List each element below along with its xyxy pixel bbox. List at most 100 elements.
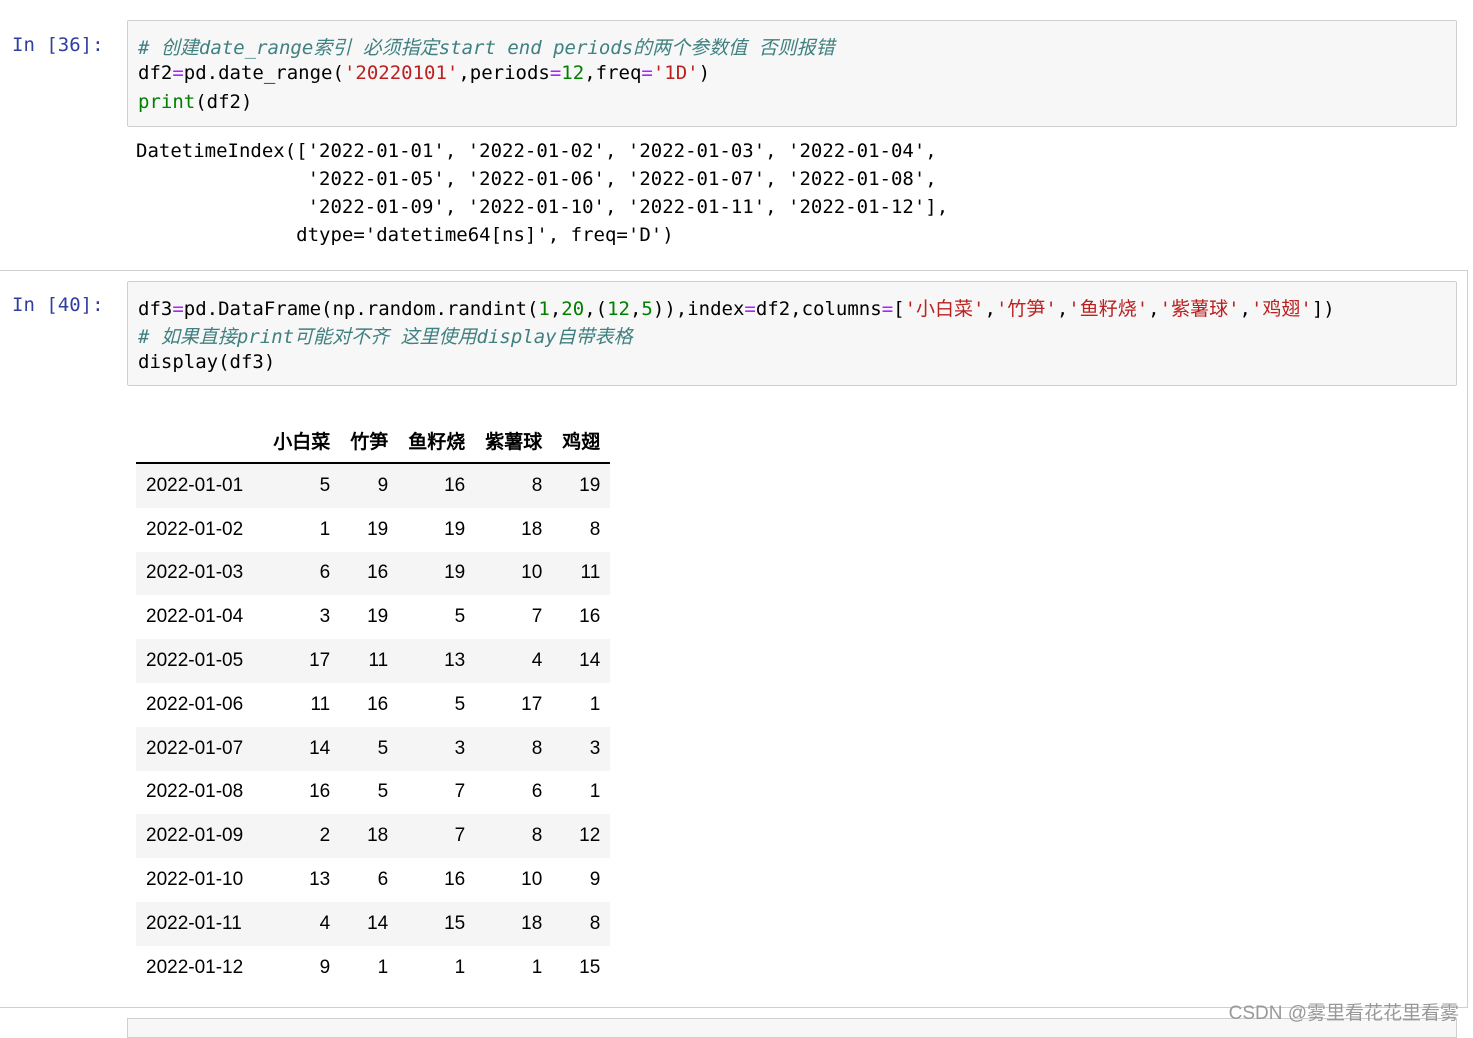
table-cell: 14 xyxy=(579,650,601,672)
row-index: 2022-01-09 xyxy=(146,825,244,847)
table-cell: 5 xyxy=(454,693,466,715)
code-line: display(df3) xyxy=(138,351,276,373)
cell2-prompt: In [40]: xyxy=(12,294,104,316)
row-index: 2022-01-01 xyxy=(146,474,244,496)
table-row: 2022-01-12 9 1 1 1 15 xyxy=(136,946,610,990)
table-row: 2022-01-11 4 14 15 18 8 xyxy=(136,901,611,946)
table-row: 2022-01-06 11 16 5 17 1 xyxy=(136,683,610,727)
table-row: 2022-01-09 2 18 7 8 12 xyxy=(136,814,611,859)
table-cell: 5 xyxy=(377,781,389,803)
row-index: 2022-01-04 xyxy=(146,606,244,628)
table-cell: 5 xyxy=(454,606,466,628)
row-index: 2022-01-06 xyxy=(146,693,244,715)
table-cell: 5 xyxy=(319,474,331,496)
table-cell: 8 xyxy=(589,518,601,540)
table-cell: 7 xyxy=(531,606,543,628)
column-header: 鸡翅 xyxy=(562,431,601,453)
table-cell: 13 xyxy=(309,869,331,891)
code-comment: # 创建date_range索引 必须指定start end periods的两… xyxy=(138,37,835,59)
table-cell: 3 xyxy=(319,606,331,628)
table-row: 2022-01-08 16 5 7 6 1 xyxy=(136,771,610,815)
table-cell: 11 xyxy=(368,650,389,672)
table-row: 2022-01-01 5 9 16 8 19 xyxy=(136,463,611,508)
table-cell: 13 xyxy=(444,650,466,672)
row-index: 2022-01-07 xyxy=(146,737,244,759)
row-index: 2022-01-12 xyxy=(146,956,244,978)
table-cell: 10 xyxy=(521,869,543,891)
cell1-output-line: dtype='datetime64[ns]', freq='D') xyxy=(136,224,674,246)
cell1-code-input[interactable]: # 创建date_range索引 必须指定start end periods的两… xyxy=(127,20,1457,127)
table-cell: 15 xyxy=(579,956,601,978)
table-cell: 11 xyxy=(580,562,601,584)
table-cell: 11 xyxy=(310,693,331,715)
table-cell: 14 xyxy=(309,737,331,759)
table-cell: 6 xyxy=(531,781,543,803)
column-header: 竹笋 xyxy=(350,431,389,453)
table-cell: 8 xyxy=(531,825,543,847)
table-row: 2022-01-07 14 5 3 8 3 xyxy=(136,726,611,771)
table-cell: 16 xyxy=(579,606,601,628)
table-cell: 19 xyxy=(367,606,389,628)
table-cell: 1 xyxy=(454,956,466,978)
table-cell: 5 xyxy=(377,737,389,759)
table-cell: 15 xyxy=(444,912,466,934)
table-cell: 8 xyxy=(589,912,601,934)
code-line: df2=pd.date_range('20220101',periods=12,… xyxy=(138,62,711,84)
table-cell: 10 xyxy=(521,562,543,584)
table-cell: 1 xyxy=(589,781,601,803)
row-index: 2022-01-05 xyxy=(146,650,244,672)
code-comment: # 如果直接print可能对不齐 这里使用display自带表格 xyxy=(138,326,633,348)
table-cell: 8 xyxy=(531,474,543,496)
column-header: 紫薯球 xyxy=(485,431,543,453)
table-cell: 18 xyxy=(521,518,543,540)
row-index: 2022-01-10 xyxy=(146,869,244,891)
table-row: 2022-01-02 1 19 19 18 8 xyxy=(136,508,610,552)
table-cell: 4 xyxy=(319,912,331,934)
table-cell: 16 xyxy=(367,562,389,584)
table-cell: 7 xyxy=(454,825,466,847)
row-index: 2022-01-08 xyxy=(146,781,244,803)
table-cell: 16 xyxy=(444,474,466,496)
table-cell: 8 xyxy=(531,737,543,759)
table-cell: 3 xyxy=(589,737,601,759)
csdn-watermark: CSDN @雾里看花花里看雾 xyxy=(1228,1003,1459,1024)
column-header: 鱼籽烧 xyxy=(408,431,466,453)
table-cell: 7 xyxy=(454,781,466,803)
cell2-code-input[interactable]: df3=pd.DataFrame(np.random.randint(1,20,… xyxy=(127,281,1457,386)
table-cell: 6 xyxy=(377,869,389,891)
table-header-row: 小白菜 竹笋 鱼籽烧 紫薯球 鸡翅 xyxy=(136,418,611,463)
table-cell: 4 xyxy=(531,650,543,672)
table-cell: 1 xyxy=(589,693,601,715)
code-line: print(df2) xyxy=(138,91,253,113)
dataframe-table: 小白菜 竹笋 鱼籽烧 紫薯球 鸡翅 2022-01-01 5 9 16 8 19 2022-… xyxy=(136,418,611,990)
cell1-output-line: '2022-01-05', '2022-01-06', '2022-01-07'… xyxy=(136,168,937,190)
index-header xyxy=(136,418,263,463)
table-cell: 9 xyxy=(319,956,331,978)
cell1-output-line: DatetimeIndex(['2022-01-01', '2022-01-02… xyxy=(136,140,937,162)
row-index: 2022-01-02 xyxy=(146,518,244,540)
table-cell: 16 xyxy=(444,869,466,891)
table-cell: 19 xyxy=(444,562,466,584)
table-cell: 19 xyxy=(444,518,466,540)
table-cell: 9 xyxy=(589,869,601,891)
code-line: df3=pd.DataFrame(np.random.randint(1,20,… xyxy=(138,298,1335,320)
table-cell: 16 xyxy=(367,693,389,715)
table-cell: 1 xyxy=(531,956,543,978)
cell1-prompt: In [36]: xyxy=(12,34,104,56)
table-cell: 12 xyxy=(579,825,601,847)
cell1-output-line: '2022-01-09', '2022-01-10', '2022-01-11'… xyxy=(136,196,949,218)
table-row: 2022-01-10 13 6 16 10 9 xyxy=(136,858,610,902)
row-index: 2022-01-11 xyxy=(146,912,242,934)
table-cell: 3 xyxy=(454,737,466,759)
table-row: 2022-01-03 6 16 19 10 11 xyxy=(136,551,611,596)
table-cell: 6 xyxy=(319,562,331,584)
table-cell: 1 xyxy=(377,956,389,978)
table-cell: 18 xyxy=(367,825,389,847)
table-cell: 14 xyxy=(367,912,389,934)
table-row: 2022-01-05 17 11 13 4 14 xyxy=(136,639,611,683)
row-index: 2022-01-03 xyxy=(146,562,244,584)
column-header: 小白菜 xyxy=(273,431,331,453)
table-cell: 19 xyxy=(579,474,601,496)
table-cell: 9 xyxy=(377,474,389,496)
table-cell: 17 xyxy=(309,650,331,672)
